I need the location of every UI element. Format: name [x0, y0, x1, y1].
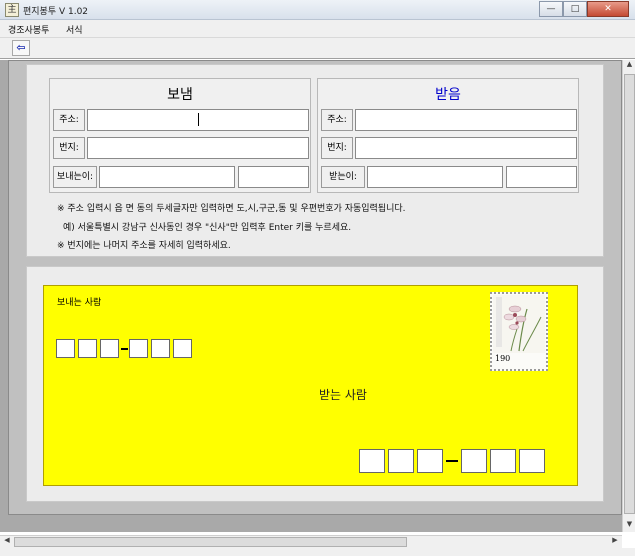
receiver-postcode-box [388, 449, 414, 473]
sender-address-label: 주소: [53, 109, 85, 131]
vertical-scrollbar[interactable]: ▲ ▼ [622, 60, 635, 532]
stamp-orchid-icon [493, 295, 545, 353]
sender-detail-input[interactable] [87, 137, 309, 159]
receiver-postcode-box [359, 449, 385, 473]
envelope-receiver-label: 받는 사람 [319, 388, 367, 402]
receiver-postcode-box [417, 449, 443, 473]
receiver-postcode-dash [446, 460, 458, 462]
minimize-button[interactable]: — [539, 1, 563, 17]
toolbar: ⇦ [0, 37, 635, 59]
sender-detail-label: 번지: [53, 137, 85, 159]
receiver-address-label: 주소: [321, 109, 353, 131]
sender-name-input[interactable] [99, 166, 235, 188]
address-input-panel: 보냄 주소: 번지: 보내는이: 받음 주소: 번지: 받는이: ※ 주소 입력… [26, 64, 604, 257]
status-bar [0, 548, 635, 556]
form-frame: 보냄 주소: 번지: 보내는이: 받음 주소: 번지: 받는이: ※ 주소 입력… [8, 60, 622, 515]
note-example: 예) 서울특별시 강남구 신사동인 경우 "신사"만 입력후 Enter 키를 … [63, 223, 352, 233]
client-area: 보냄 주소: 번지: 보내는이: 받음 주소: 번지: 받는이: ※ 주소 입력… [0, 60, 635, 532]
receiver-name-extra-input[interactable] [506, 166, 577, 188]
scroll-up-icon[interactable]: ▲ [623, 60, 635, 72]
receiver-address-input[interactable] [355, 109, 577, 131]
sender-title: 보냄 [167, 87, 193, 103]
stamp-value: 190 [495, 354, 511, 363]
sender-name-label: 보내는이: [53, 166, 97, 188]
menu-bar: 경조사봉투 서식 [0, 20, 635, 37]
close-button[interactable]: ✕ [587, 1, 629, 17]
envelope-preview: 보내는 사람 190 받는 사람 [43, 285, 578, 486]
receiver-title: 받음 [435, 87, 461, 103]
vertical-scroll-thumb[interactable] [624, 74, 635, 514]
sender-postcode-box [100, 339, 119, 358]
title-bar: 主 편지봉투 V 1.02 — □ ✕ [0, 0, 635, 20]
note-detail-address: ※ 번지에는 나머지 주소를 자세히 입력하세요. [57, 241, 231, 251]
sender-postcode-box [151, 339, 170, 358]
receiver-name-label: 받는이: [321, 166, 365, 188]
window-title: 편지봉투 V 1.02 [23, 7, 89, 17]
menu-item-format[interactable]: 서식 [66, 23, 83, 36]
sender-postcode-box [173, 339, 192, 358]
receiver-postcode-box [519, 449, 545, 473]
scroll-left-icon[interactable]: ◀ [1, 536, 13, 548]
receiver-detail-label: 번지: [321, 137, 353, 159]
envelope-preview-panel: 보내는 사람 190 받는 사람 [26, 266, 604, 502]
app-icon: 主 [5, 3, 19, 17]
sender-postcode-box [129, 339, 148, 358]
text-caret [198, 113, 199, 126]
receiver-postcode-box [461, 449, 487, 473]
sender-address-input[interactable] [87, 109, 309, 131]
menu-item-condolence-envelope[interactable]: 경조사봉투 [8, 23, 49, 36]
horizontal-scrollbar[interactable]: ◀ ▶ [0, 535, 622, 548]
sender-postcode-box [78, 339, 97, 358]
sender-postcode-dash [121, 348, 128, 350]
envelope-sender-label: 보내는 사람 [57, 298, 102, 308]
sender-group: 보냄 주소: 번지: 보내는이: [49, 78, 311, 193]
sender-postcode-box [56, 339, 75, 358]
note-auto-address: ※ 주소 입력시 읍 면 동의 두세글자만 입력하면 도,시,구군,동 및 우편… [57, 204, 406, 214]
horizontal-scroll-thumb[interactable] [14, 537, 407, 547]
scroll-down-icon[interactable]: ▼ [623, 520, 635, 532]
window-controls: — □ ✕ [539, 1, 629, 18]
receiver-name-input[interactable] [367, 166, 503, 188]
sender-name-extra-input[interactable] [238, 166, 309, 188]
receiver-group: 받음 주소: 번지: 받는이: [317, 78, 579, 193]
stamp: 190 [490, 292, 548, 371]
receiver-detail-input[interactable] [355, 137, 577, 159]
maximize-button[interactable]: □ [563, 1, 587, 17]
receiver-postcode-box [490, 449, 516, 473]
scroll-right-icon[interactable]: ▶ [609, 536, 621, 548]
back-arrow-icon[interactable]: ⇦ [12, 40, 30, 56]
